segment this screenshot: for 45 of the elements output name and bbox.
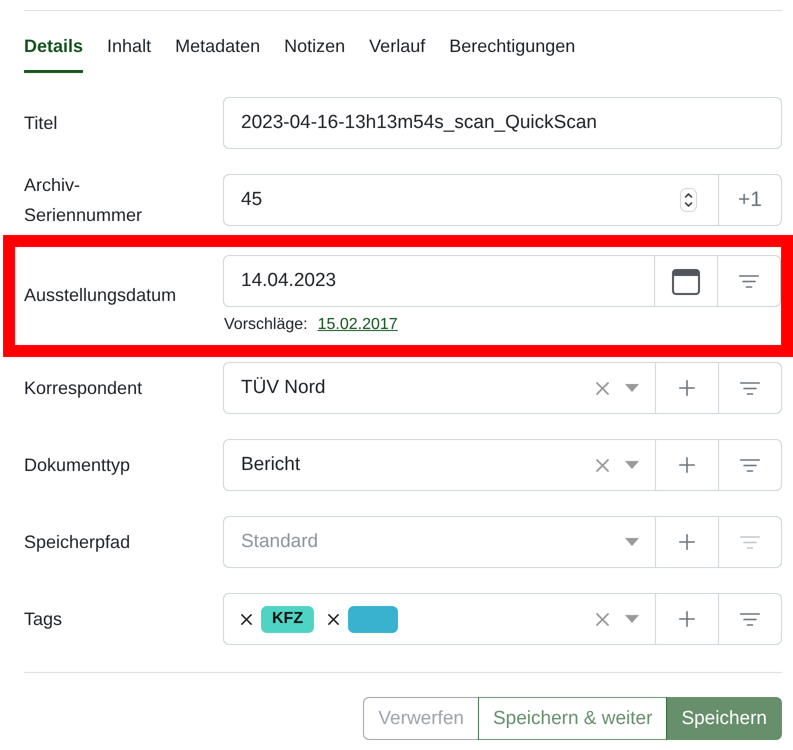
tab[interactable]: Metadaten xyxy=(175,11,260,73)
field-label: Speicherpfad xyxy=(24,531,132,554)
plus-icon xyxy=(679,611,695,627)
calendar-icon xyxy=(672,267,700,295)
tab[interactable]: Verlauf xyxy=(369,11,426,73)
plus-icon xyxy=(679,380,695,396)
tags-field[interactable]: KFZ xyxy=(223,593,656,645)
add-button[interactable] xyxy=(656,516,719,568)
caret-icon xyxy=(625,384,639,392)
suggestions-label: Vorschläge: xyxy=(224,315,308,335)
close-icon[interactable] xyxy=(328,614,340,624)
select-field[interactable]: TÜV Nord xyxy=(223,362,656,414)
filter-button[interactable] xyxy=(719,439,782,491)
add-button[interactable] xyxy=(656,593,719,645)
field-label: Ausstellungsdatum xyxy=(24,284,178,307)
field-label: Korrespondent xyxy=(24,377,144,400)
spinner-icon[interactable] xyxy=(680,188,697,212)
filter-button[interactable] xyxy=(719,362,782,414)
tag[interactable] xyxy=(348,606,398,632)
calendar-button[interactable] xyxy=(655,255,718,307)
tab[interactable]: Inhalt xyxy=(107,11,152,73)
caret-icon xyxy=(625,538,639,546)
number-field[interactable]: 45 xyxy=(223,174,719,226)
field-label: Titel xyxy=(24,112,58,135)
field-label: Tags xyxy=(24,608,64,631)
suggestion-link[interactable]: 15.02.2017 xyxy=(318,315,398,335)
increment-button[interactable]: +1 xyxy=(719,174,782,226)
plus-icon xyxy=(679,534,695,550)
caret-icon xyxy=(625,615,639,623)
plus-icon xyxy=(679,457,695,473)
tab[interactable]: Berechtigungen xyxy=(449,11,576,73)
caret-icon xyxy=(625,461,639,469)
input-field[interactable]: 2023-04-16-13h13m54s_scan_QuickScan xyxy=(223,97,782,149)
add-button[interactable] xyxy=(656,362,719,414)
filter-button[interactable] xyxy=(719,593,782,645)
tag[interactable]: KFZ xyxy=(261,606,314,632)
field-label: Archiv-Seriennummer xyxy=(24,174,144,227)
tab[interactable]: Details xyxy=(24,11,84,73)
field-label: Dokumenttyp xyxy=(24,454,132,477)
tab[interactable]: Notizen xyxy=(284,11,346,73)
select-field[interactable]: Bericht xyxy=(223,439,656,491)
filter-button[interactable] xyxy=(719,516,782,568)
add-button[interactable] xyxy=(656,439,719,491)
date-field[interactable]: 14.04.2023 xyxy=(223,255,655,307)
close-icon[interactable] xyxy=(241,614,252,624)
